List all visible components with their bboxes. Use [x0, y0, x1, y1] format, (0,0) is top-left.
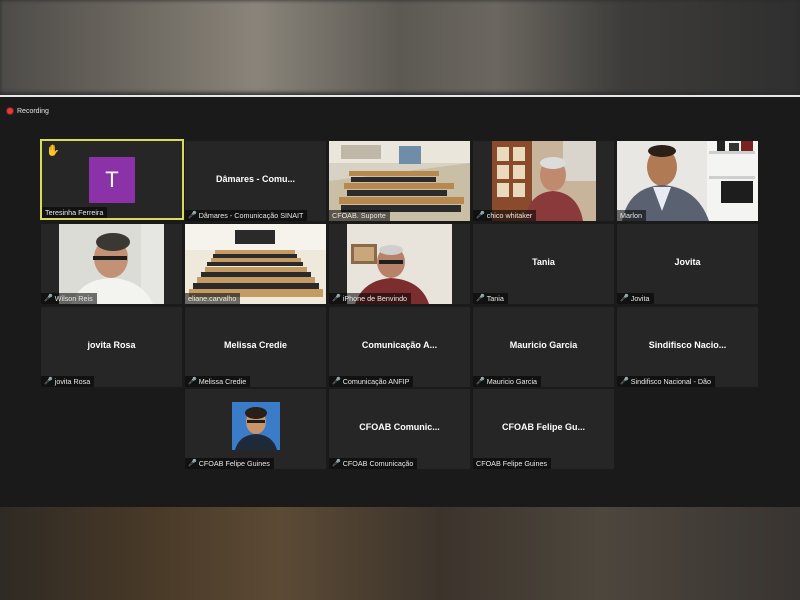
video-feed-classroom — [329, 141, 470, 221]
raised-hand-icon: ✋ — [46, 145, 60, 157]
participant-tile[interactable]: eliane.carvalho — [185, 224, 326, 304]
mic-off-icon: 🎤 — [188, 212, 197, 219]
mic-off-icon: 🎤 — [332, 460, 341, 467]
video-feed-avatar-photo — [232, 402, 280, 450]
mic-off-icon: 🎤 — [476, 378, 485, 385]
participant-tile[interactable]: Dâmares - Comu... 🎤 Dâmares - Comunicaçã… — [185, 141, 326, 221]
participant-display-name: CFOAB Comunic... — [359, 422, 440, 432]
recording-indicator[interactable]: Recording — [7, 105, 49, 117]
participant-name-label: Marlon — [617, 210, 646, 221]
participant-name-label: 🎤 Sindifisco Nacional - Dão — [617, 376, 716, 387]
video-feed-person — [329, 224, 470, 304]
video-feed-person — [473, 141, 614, 221]
mic-off-icon: 🎤 — [620, 295, 629, 302]
participant-tile[interactable]: CFOAB Comunic... 🎤 CFOAB Comunicação — [329, 389, 470, 469]
participant-display-name: Sindifisco Nacio... — [648, 340, 727, 350]
recording-label: Recording — [17, 107, 49, 115]
participant-name-label: CFOAB Felipe Guines — [473, 458, 552, 469]
participant-tile[interactable]: CFOAB. Suporte — [329, 141, 470, 221]
participant-display-name: Melissa Credie — [223, 340, 288, 350]
mic-off-icon: 🎤 — [620, 378, 629, 385]
participant-name-label: 🎤 chico whitaker — [473, 210, 537, 221]
participant-tile[interactable]: Sindifisco Nacio... 🎤 Sindifisco Naciona… — [617, 307, 758, 387]
participant-tile[interactable]: CFOAB Felipe Gu... CFOAB Felipe Guines — [473, 389, 614, 469]
participant-tile[interactable]: Tania 🎤 Tania — [473, 224, 614, 304]
participant-name-label: 🎤 Dâmares - Comunicação SINAIT — [185, 210, 308, 221]
participant-tile[interactable]: Comunicação A... 🎤 Comunicação ANFIP — [329, 307, 470, 387]
participant-tile[interactable]: 🎤 iPhone de Benvindo — [329, 224, 470, 304]
participant-name-label: 🎤 jovita Rosa — [41, 376, 95, 387]
mic-off-icon: 🎤 — [476, 295, 485, 302]
video-feed-person — [41, 224, 182, 304]
participant-tile[interactable]: ✋ T Teresinha Ferreira — [40, 139, 184, 220]
participant-name-label: 🎤 CFOAB Felipe Guines — [185, 458, 274, 469]
participant-name-label: 🎤 Jovita — [617, 293, 654, 304]
participant-tile[interactable]: 🎤 CFOAB Felipe Guines — [185, 389, 326, 469]
blurred-background-top — [0, 0, 800, 93]
participant-name-label: eliane.carvalho — [185, 293, 241, 304]
participant-tile[interactable]: 🎤 chico whitaker — [473, 141, 614, 221]
recording-dot-icon — [7, 108, 13, 114]
avatar: T — [89, 157, 135, 203]
mic-off-icon: 🎤 — [332, 378, 341, 385]
participant-name-label: 🎤 Melissa Credie — [185, 376, 251, 387]
meeting-window: Recording ✋ T Teresinha Ferreira Dâmares… — [0, 95, 800, 507]
participant-display-name: Dâmares - Comu... — [215, 174, 296, 184]
participant-name-label: 🎤 CFOAB Comunicação — [329, 458, 418, 469]
participant-tile[interactable]: jovita Rosa 🎤 jovita Rosa — [41, 307, 182, 387]
participant-tile[interactable]: Jovita 🎤 Jovita — [617, 224, 758, 304]
mic-off-icon: 🎤 — [44, 295, 53, 302]
video-feed-classroom — [185, 224, 326, 304]
participant-display-name: Comunicação A... — [361, 340, 438, 350]
participant-display-name: Jovita — [674, 257, 701, 267]
participant-display-name: CFOAB Felipe Gu... — [501, 422, 585, 432]
blurred-background-bottom — [0, 507, 800, 600]
mic-off-icon: 🎤 — [188, 460, 197, 467]
participant-name-label: 🎤 Comunicação ANFIP — [329, 376, 414, 387]
mic-off-icon: 🎤 — [44, 378, 53, 385]
participant-display-name: jovita Rosa — [87, 340, 136, 350]
participant-tile[interactable]: 🎤 Wilson Reis — [41, 224, 182, 304]
participant-name-label: 🎤 Mauricio Garcia — [473, 376, 542, 387]
video-feed-person — [617, 141, 758, 221]
mic-off-icon: 🎤 — [332, 295, 341, 302]
participant-display-name: Tania — [532, 257, 555, 267]
participant-tile[interactable]: Mauricio Garcia 🎤 Mauricio Garcia — [473, 307, 614, 387]
participant-name-label: 🎤 Wilson Reis — [41, 293, 97, 304]
participant-name-label: 🎤 iPhone de Benvindo — [329, 293, 412, 304]
participant-tile[interactable]: Melissa Credie 🎤 Melissa Credie — [185, 307, 326, 387]
participant-tile[interactable]: Marlon — [617, 141, 758, 221]
participant-name-label: Teresinha Ferreira — [42, 207, 108, 218]
participant-display-name: Mauricio Garcia — [509, 340, 578, 350]
participant-name-label: CFOAB. Suporte — [329, 210, 390, 221]
mic-off-icon: 🎤 — [476, 212, 485, 219]
participant-name-label: 🎤 Tania — [473, 293, 508, 304]
mic-off-icon: 🎤 — [188, 378, 197, 385]
